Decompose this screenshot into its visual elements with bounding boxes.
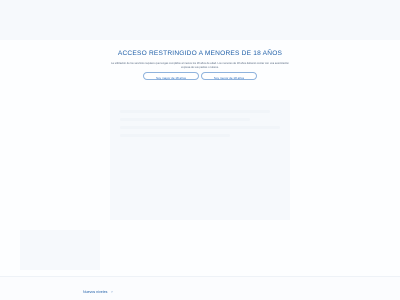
- under-18-button[interactable]: Soy menor de 18 años: [201, 72, 257, 80]
- page: ACCESO RESTRINGIDO A MENORES DE 18 AÑOS …: [0, 0, 400, 300]
- over-18-button[interactable]: Soy mayor de 18 años: [143, 72, 199, 80]
- chevron-right-icon: ›: [111, 290, 113, 294]
- new-levels-label: Nuevos niveles: [83, 290, 108, 294]
- age-gate-title: ACCESO RESTRINGIDO A MENORES DE 18 AÑOS: [117, 50, 283, 57]
- bottom-bar: [0, 276, 400, 300]
- age-gate-overlay: ACCESO RESTRINGIDO A MENORES DE 18 AÑOS …: [0, 0, 400, 300]
- new-levels-link[interactable]: Nuevos niveles ›: [83, 290, 113, 295]
- age-gate-notice: La utilización de los servicios requiere…: [111, 62, 289, 69]
